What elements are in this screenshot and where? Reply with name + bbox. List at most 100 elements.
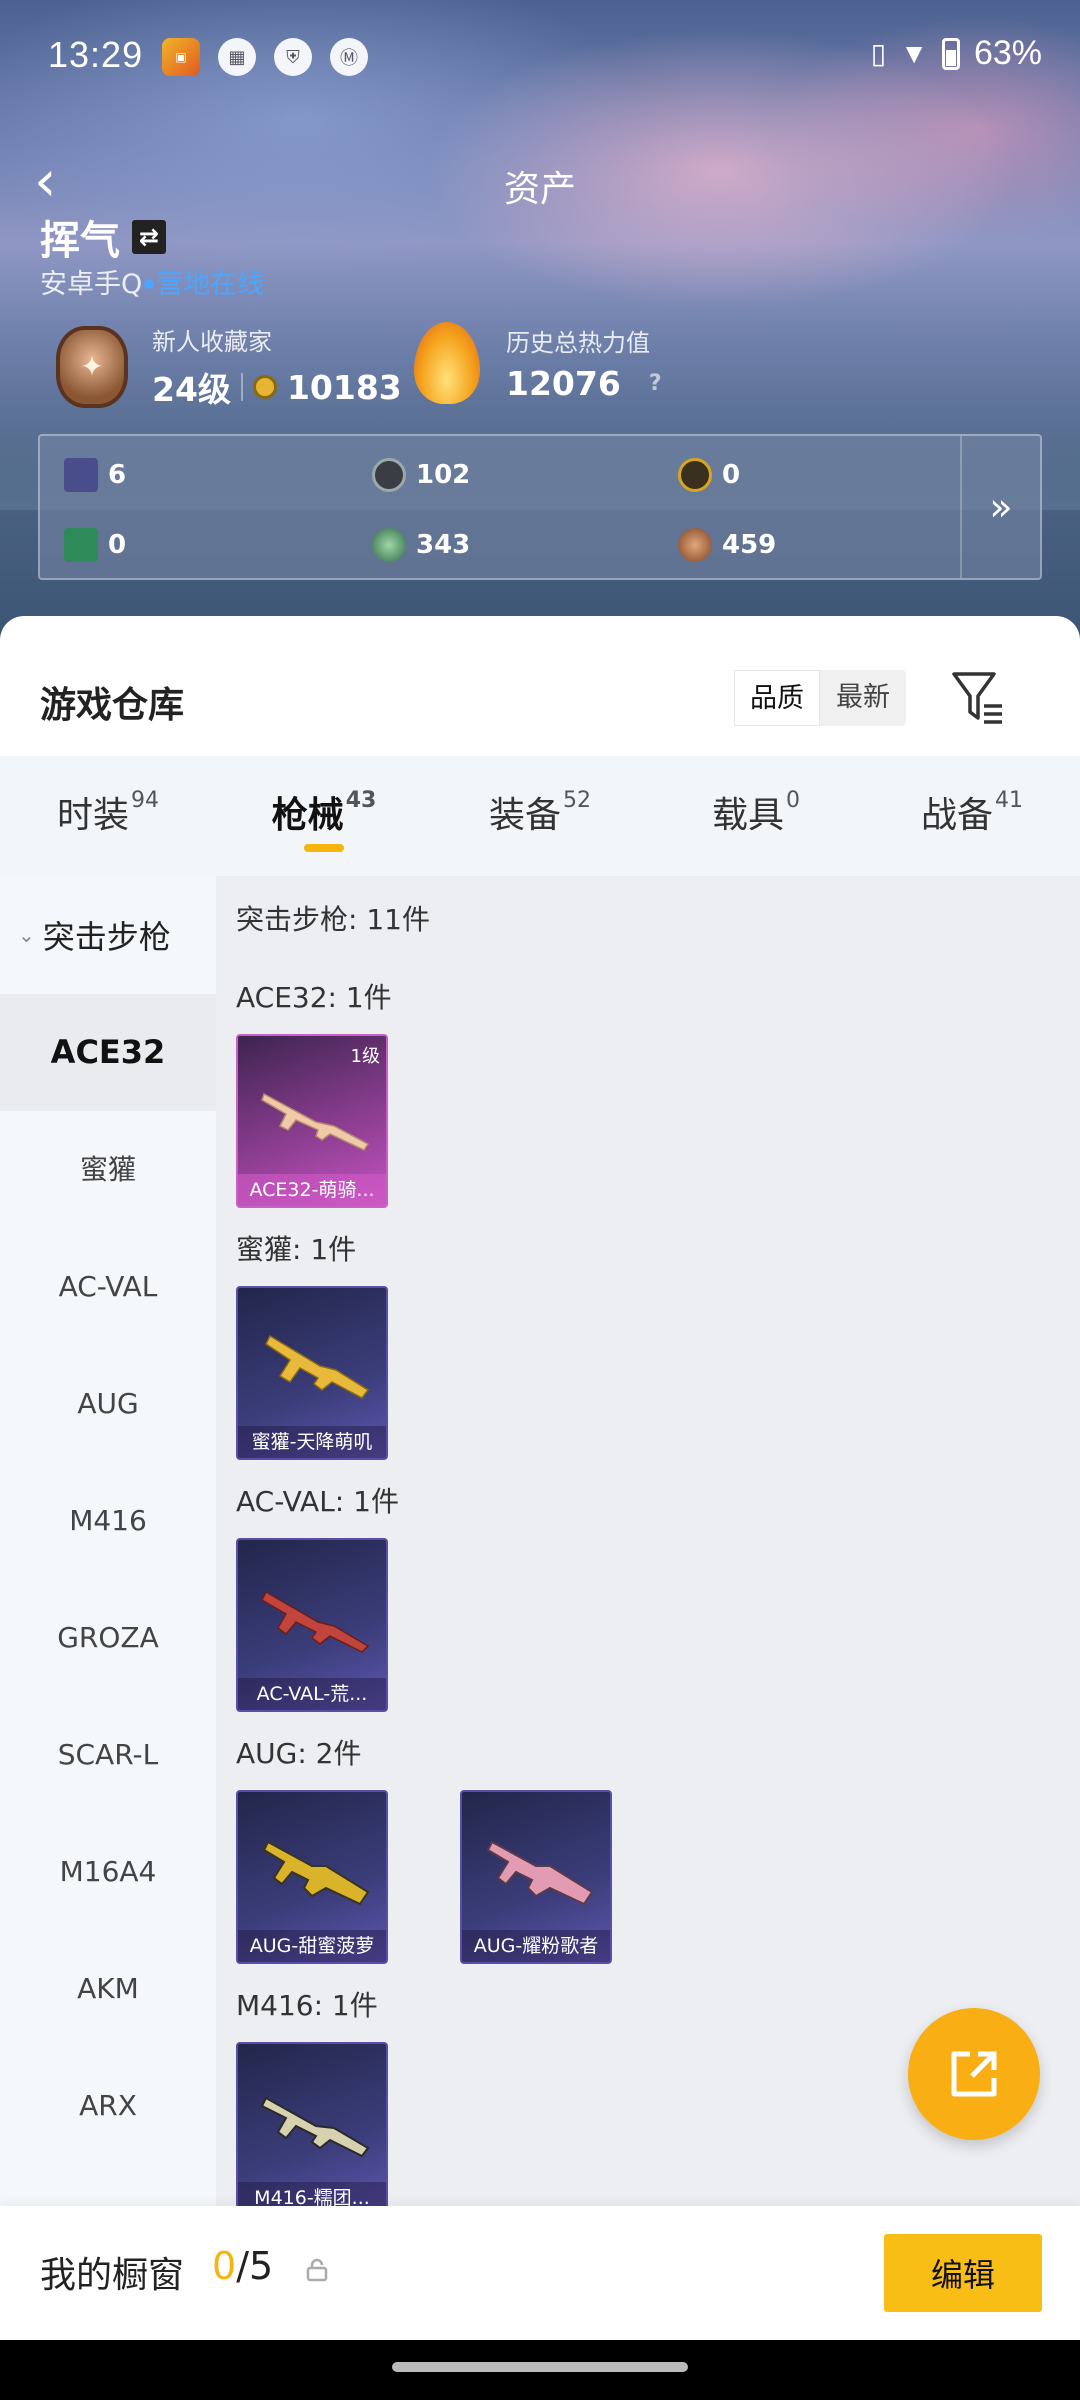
battery-percent: 63% <box>973 34 1042 72</box>
username-text: 挥气 <box>40 218 120 264</box>
tab-outfits[interactable]: 时装94 <box>0 756 216 876</box>
section-title: 突击步枪: 11件 <box>236 903 430 936</box>
help-icon[interactable]: ? <box>649 371 662 396</box>
system-navigation-bar <box>0 2340 1080 2400</box>
tab-vehicles[interactable]: 载具0 <box>648 756 864 876</box>
heat-label: 历史总热力值 <box>506 329 650 357</box>
calendar-icon: ▦ <box>218 38 256 76</box>
coin-icon <box>252 375 277 399</box>
vibrate-icon: ▯ <box>870 38 887 69</box>
tab-label: 载具 <box>711 795 784 836</box>
rifle-icon <box>486 1840 594 1906</box>
filter-icon[interactable] <box>950 668 1006 726</box>
collector-points: 10183 <box>286 367 402 407</box>
username: 挥气 ⇄ <box>40 208 166 266</box>
status-system-icons: ▯ ▼ 63% <box>871 34 1042 73</box>
showcase-label: 我的橱窗 <box>40 2255 185 2296</box>
tab-gear[interactable]: 战备41 <box>864 756 1080 876</box>
tab-count: 41 <box>995 788 1023 813</box>
tab-equipment[interactable]: 装备52 <box>432 756 648 876</box>
warehouse-sheet: 游戏仓库 品质 最新 时装94 枪械43 装备52 载具0 战备41 ⌄ 突击步… <box>0 616 1080 2400</box>
stat-gold: 0 <box>678 458 740 492</box>
stat-tickets: 0 <box>64 528 126 562</box>
silver-coin-icon <box>372 458 406 492</box>
weapon-category-list: ⌄ 突击步枪 ACE32 蜜獾 AC-VAL AUG M416 GROZA SC… <box>0 876 216 2206</box>
page-title: 资产 <box>503 169 576 210</box>
group-title: M416: 1件 <box>236 1989 378 2022</box>
weapon-skin-name: AUG-耀粉歌者 <box>462 1930 610 1962</box>
stat-value: 6 <box>108 460 127 490</box>
showcase-bar: 我的橱窗 0/5 编辑 <box>0 2206 1080 2340</box>
category-item[interactable]: M416 <box>0 1462 216 1579</box>
flame-icon <box>414 322 480 404</box>
category-item[interactable]: ARX <box>0 2047 216 2164</box>
status-time: 13:29 <box>48 34 144 75</box>
level-badge: 1级 <box>350 1046 380 1067</box>
tab-label: 装备 <box>488 795 561 836</box>
tab-label: 战备 <box>920 795 993 836</box>
sort-toggle: 品质 最新 <box>734 670 906 726</box>
heat-badge[interactable]: 历史总热力值 12076 ? <box>414 322 662 404</box>
showcase-count: 0/5 <box>212 2244 273 2288</box>
switch-account-icon[interactable]: ⇄ <box>132 220 166 254</box>
edit-button[interactable]: 编辑 <box>884 2234 1042 2312</box>
weapon-skin-name: ACE32-萌骑... <box>238 1174 386 1206</box>
weapon-skin-card[interactable]: AUG-甜蜜菠萝 <box>236 1790 388 1964</box>
card-icon <box>64 458 98 492</box>
category-item[interactable]: GROZA <box>0 1579 216 1696</box>
category-group-assault-rifles[interactable]: ⌄ 突击步枪 <box>0 876 216 994</box>
gold-coin-icon <box>678 458 712 492</box>
share-button[interactable] <box>908 2008 1040 2140</box>
weapon-skin-card[interactable]: M416-糯团... <box>236 2042 388 2206</box>
rifle-icon <box>265 1334 370 1399</box>
stat-value: 459 <box>722 530 777 560</box>
stat-value: 102 <box>416 460 471 490</box>
tab-count: 0 <box>786 788 800 813</box>
stat-silver: 102 <box>372 458 470 492</box>
tab-count: 43 <box>345 788 377 813</box>
stat-green: 343 <box>372 528 470 562</box>
showcase-total: /5 <box>236 2244 274 2288</box>
category-item[interactable]: SCAR-L <box>0 1696 216 1813</box>
collector-level: 24级 <box>152 370 231 409</box>
sort-quality-button[interactable]: 品质 <box>734 670 820 726</box>
warehouse-title: 游戏仓库 <box>40 685 185 726</box>
category-item[interactable]: M16A4 <box>0 1813 216 1930</box>
collector-badge[interactable]: ✦ 新人收藏家 24级 10183 <box>56 322 402 411</box>
group-title: AC-VAL: 1件 <box>236 1485 399 1518</box>
weapon-skin-card[interactable]: 1级 ACE32-萌骑... <box>236 1034 388 1208</box>
wifi-icon: ▼ <box>900 37 928 69</box>
tab-count: 52 <box>563 788 591 813</box>
showcase-current: 0 <box>212 2244 237 2288</box>
stat-value: 0 <box>722 460 741 490</box>
stat-value: 0 <box>108 530 127 560</box>
sort-latest-button[interactable]: 最新 <box>820 670 906 726</box>
ticket-icon <box>64 528 98 562</box>
category-item[interactable]: ACE32 <box>0 994 216 1111</box>
tab-firearms[interactable]: 枪械43 <box>216 756 432 876</box>
status-notification-icons: ▣ ▦ ⛨ Ⓜ <box>162 38 368 76</box>
category-item[interactable]: 蜜獾 <box>0 1111 216 1228</box>
status-bar: 13:29 ▣ ▦ ⛨ Ⓜ ▯ ▼ 63% <box>0 0 1080 110</box>
collector-label: 新人收藏家 <box>152 328 272 356</box>
collector-value: 24级 10183 <box>152 363 402 411</box>
weapon-skin-name: AUG-甜蜜菠萝 <box>238 1930 386 1962</box>
stat-value: 343 <box>416 530 471 560</box>
stats-panel[interactable]: 6 102 0 0 343 459 » <box>38 434 1042 580</box>
weapon-skin-card[interactable]: 蜜獾-天降萌叽 <box>236 1286 388 1460</box>
category-tabs: 时装94 枪械43 装备52 载具0 战备41 <box>0 756 1080 876</box>
external-link-icon <box>951 2051 997 2097</box>
category-item[interactable]: AUG <box>0 1345 216 1462</box>
bronze-orb-icon <box>678 528 712 562</box>
category-item[interactable]: AKM <box>0 1930 216 2047</box>
rifle-icon <box>262 1840 370 1906</box>
weapon-skin-name: M416-糯团... <box>238 2182 386 2206</box>
weapon-skin-card[interactable]: AUG-耀粉歌者 <box>460 1790 612 1964</box>
tab-label: 枪械 <box>271 795 344 836</box>
stat-cards: 6 <box>64 458 126 492</box>
chevron-right-icon[interactable]: » <box>960 436 1040 578</box>
category-item[interactable]: AC-VAL <box>0 1228 216 1345</box>
home-gesture-handle[interactable] <box>392 2362 688 2372</box>
weapon-items-area: 突击步枪: 11件 ACE32: 1件 1级 ACE32-萌骑... 蜜獾: 1… <box>216 876 1080 2206</box>
weapon-skin-card[interactable]: AC-VAL-荒... <box>236 1538 388 1712</box>
